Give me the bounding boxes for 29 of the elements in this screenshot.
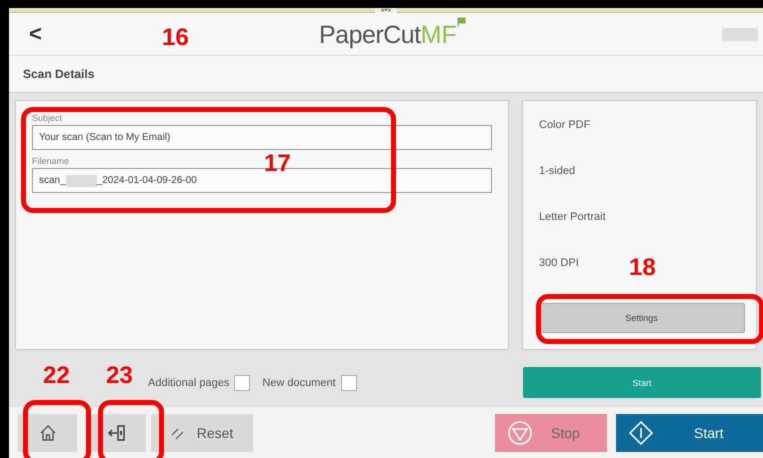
home-button[interactable] [18, 414, 77, 452]
option-label: Additional pages [148, 376, 230, 388]
annotation-frame [98, 400, 164, 458]
start-button[interactable]: Start [523, 367, 761, 398]
home-icon [38, 424, 56, 442]
field-label: Subject [32, 113, 62, 123]
input-field[interactable]: Your scan (Scan to My Email) [32, 125, 492, 150]
back-button[interactable]: < [29, 21, 42, 47]
annotation-number: 18 [629, 254, 656, 282]
setting-summary: 300 DPI [539, 257, 579, 270]
field-label: Filename [32, 156, 70, 166]
annotation-number: 22 [43, 362, 70, 390]
stop-icon [507, 420, 533, 446]
start-button[interactable]: Start [616, 414, 763, 452]
setting-summary: 1-sided [539, 165, 576, 178]
annotation-frame [23, 400, 91, 458]
checkbox[interactable] [340, 374, 357, 390]
page-title: Scan Details [23, 67, 94, 81]
settings-button[interactable]: Settings [538, 303, 745, 333]
exit-icon [108, 424, 126, 442]
setting-summary: Letter Portrait [539, 211, 606, 224]
annotation-number: 16 [162, 24, 189, 52]
option-label: New document [262, 376, 336, 388]
setting-summary: Color PDF [539, 119, 590, 132]
annotation-number: 23 [106, 362, 133, 390]
start-icon [628, 420, 654, 446]
slash-icon [170, 426, 185, 440]
checkbox[interactable] [234, 374, 250, 390]
reset-button[interactable]: Reset [151, 414, 253, 452]
